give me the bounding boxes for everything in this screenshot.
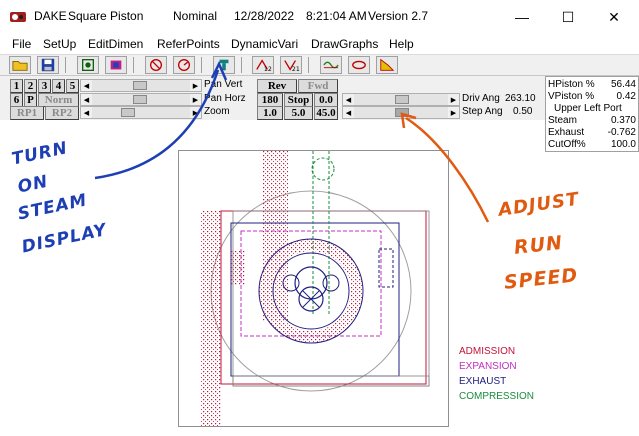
annotation-arrows xyxy=(94,61,490,223)
orange-arrow-shaft xyxy=(405,116,490,223)
blue-arrow-shaft xyxy=(94,69,220,180)
